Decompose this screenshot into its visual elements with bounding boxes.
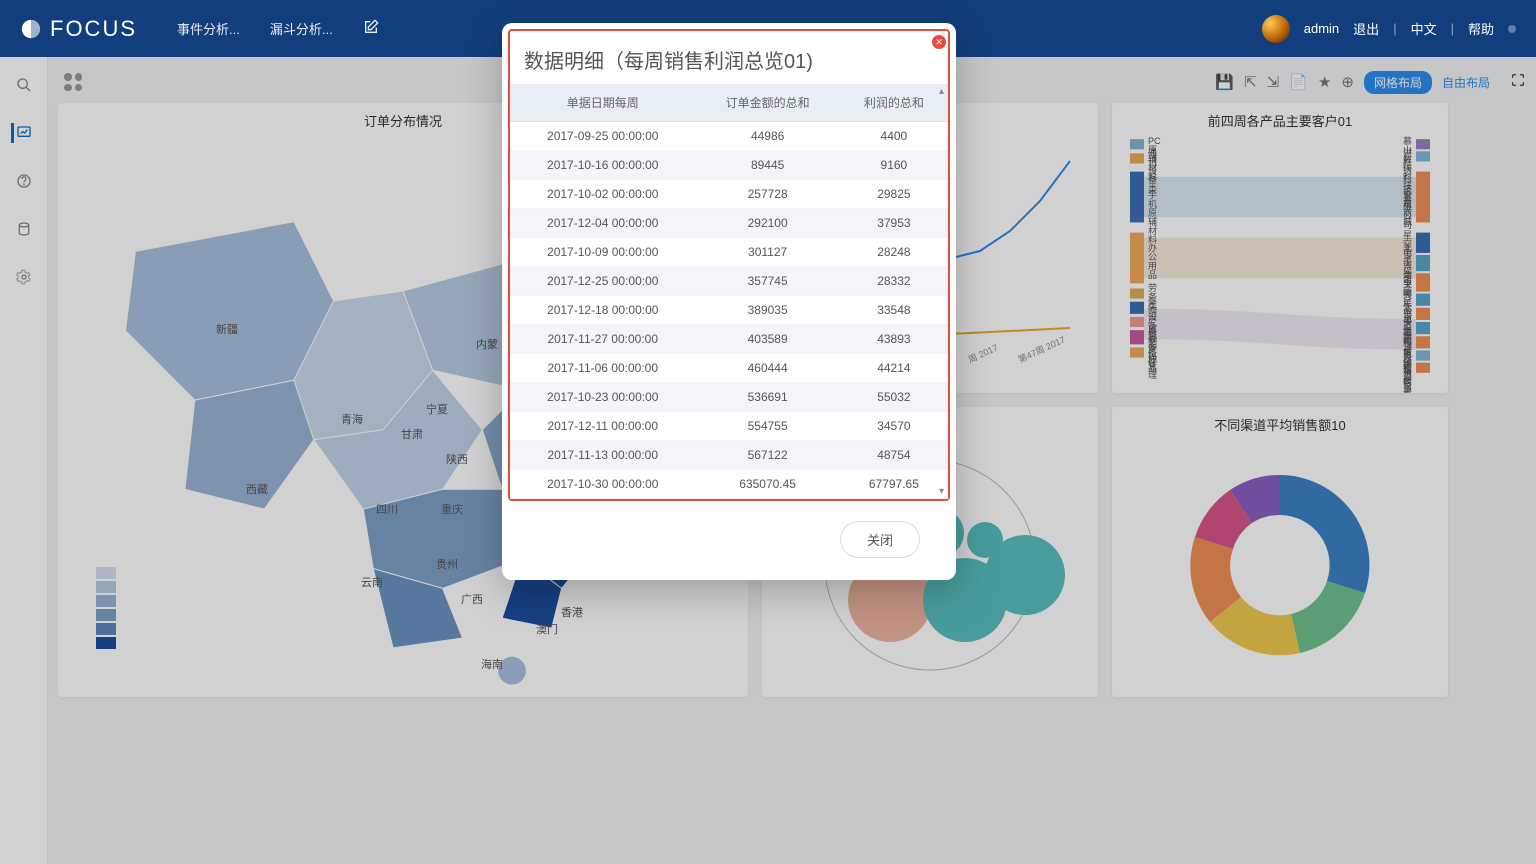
logout-link[interactable]: 退出	[1353, 19, 1379, 38]
language-link[interactable]: 中文	[1411, 19, 1437, 38]
table-cell: 2017-10-16 00:00:00	[510, 151, 695, 180]
table-header[interactable]: 单据日期每周	[510, 84, 695, 122]
table-cell: 2017-11-06 00:00:00	[510, 354, 695, 383]
table-cell: 2017-10-09 00:00:00	[510, 238, 695, 267]
table-cell: 2017-12-25 00:00:00	[510, 267, 695, 296]
focus-logo-icon	[20, 18, 42, 40]
table-cell: 2017-12-11 00:00:00	[510, 412, 695, 441]
table-cell: 2017-12-18 00:00:00	[510, 296, 695, 325]
table-cell: 2017-09-25 00:00:00	[510, 122, 695, 151]
table-row[interactable]: 2017-11-06 00:00:0046044444214	[510, 354, 948, 383]
table-row[interactable]: 2017-10-02 00:00:0025772829825	[510, 180, 948, 209]
table-cell: 403589	[695, 325, 839, 354]
table-cell: 2017-11-27 00:00:00	[510, 325, 695, 354]
help-dot-icon	[1508, 25, 1516, 33]
table-cell: 44986	[695, 122, 839, 151]
modal-title: 数据明细（每周销售利润总览01)	[510, 31, 948, 84]
table-cell: 389035	[695, 296, 839, 325]
menu-edit-icon[interactable]	[363, 19, 379, 38]
table-cell: 635070.45	[695, 470, 839, 499]
menu-event-analysis[interactable]: 事件分析...	[177, 19, 240, 38]
data-detail-modal: ✕ 数据明细（每周销售利润总览01) 单据日期每周订单金额的总和利润的总和 20…	[502, 23, 956, 580]
table-cell: 292100	[695, 209, 839, 238]
table-row[interactable]: 2017-11-13 00:00:0056712248754	[510, 441, 948, 470]
top-menu: 事件分析... 漏斗分析...	[177, 19, 379, 38]
table-scrollbar[interactable]: ▴ ▾	[932, 84, 946, 499]
top-right: admin 退出 | 中文 | 帮助	[1262, 15, 1516, 43]
table-row[interactable]: 2017-12-18 00:00:0038903533548	[510, 296, 948, 325]
table-row[interactable]: 2017-09-25 00:00:00449864400	[510, 122, 948, 151]
table-cell: 2017-10-23 00:00:00	[510, 383, 695, 412]
table-cell: 2017-11-13 00:00:00	[510, 441, 695, 470]
modal-footer: 关闭	[502, 507, 956, 564]
menu-funnel-analysis[interactable]: 漏斗分析...	[270, 19, 333, 38]
modal-close-icon[interactable]: ✕	[932, 35, 946, 49]
table-cell: 460444	[695, 354, 839, 383]
table-row[interactable]: 2017-12-25 00:00:0035774528332	[510, 267, 948, 296]
divider: |	[1393, 21, 1396, 36]
table-cell: 567122	[695, 441, 839, 470]
table-header[interactable]: 订单金额的总和	[695, 84, 839, 122]
table-cell: 554755	[695, 412, 839, 441]
brand-logo: FOCUS	[20, 16, 137, 42]
table-row[interactable]: 2017-12-04 00:00:0029210037953	[510, 209, 948, 238]
table-row[interactable]: 2017-10-09 00:00:0030112728248	[510, 238, 948, 267]
scroll-down-icon[interactable]: ▾	[939, 486, 944, 497]
table-cell: 89445	[695, 151, 839, 180]
table-row[interactable]: 2017-11-27 00:00:0040358943893	[510, 325, 948, 354]
user-avatar[interactable]	[1262, 15, 1290, 43]
brand-text: FOCUS	[50, 16, 137, 42]
table-cell: 2017-10-30 00:00:00	[510, 470, 695, 499]
table-cell: 301127	[695, 238, 839, 267]
table-cell: 2017-12-04 00:00:00	[510, 209, 695, 238]
data-table: 单据日期每周订单金额的总和利润的总和 2017-09-25 00:00:0044…	[510, 84, 948, 499]
table-cell: 357745	[695, 267, 839, 296]
table-cell: 536691	[695, 383, 839, 412]
table-row[interactable]: 2017-10-16 00:00:00894459160	[510, 151, 948, 180]
help-link[interactable]: 帮助	[1468, 19, 1494, 38]
user-name[interactable]: admin	[1304, 21, 1339, 36]
table-row[interactable]: 2017-12-11 00:00:0055475534570	[510, 412, 948, 441]
divider: |	[1451, 21, 1454, 36]
table-cell: 2017-10-02 00:00:00	[510, 180, 695, 209]
table-row[interactable]: 2017-10-30 00:00:00635070.4567797.65	[510, 470, 948, 499]
modal-table-wrap: 单据日期每周订单金额的总和利润的总和 2017-09-25 00:00:0044…	[510, 84, 948, 499]
table-row[interactable]: 2017-10-23 00:00:0053669155032	[510, 383, 948, 412]
scroll-up-icon[interactable]: ▴	[939, 86, 944, 97]
modal-close-button[interactable]: 关闭	[840, 521, 920, 558]
table-cell: 257728	[695, 180, 839, 209]
